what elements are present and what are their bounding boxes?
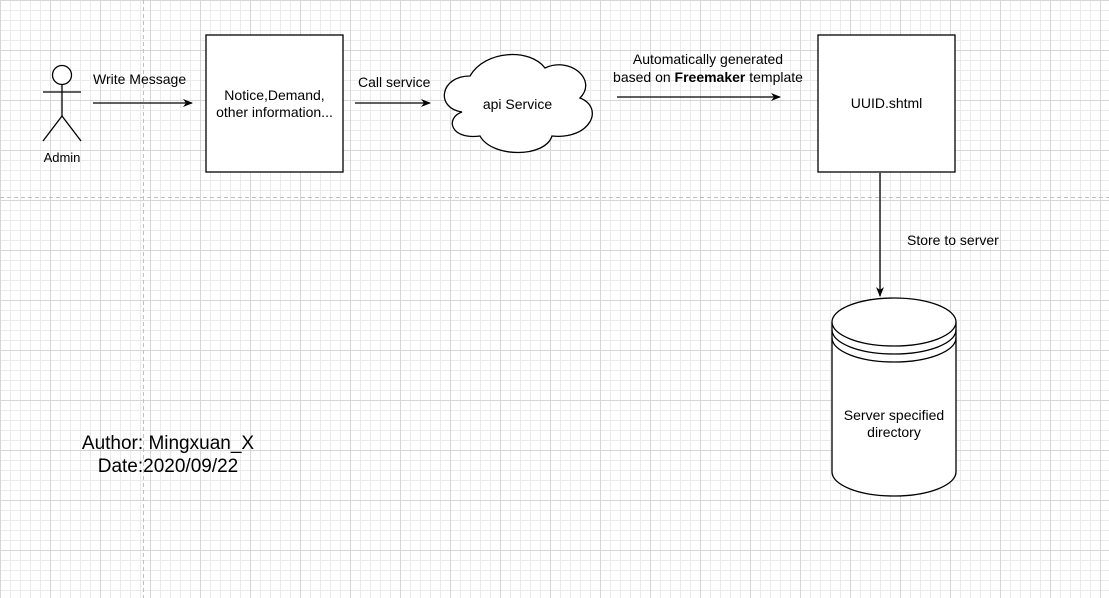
write-message-label: Write Message <box>93 71 187 87</box>
info-box-line1: Notice,Demand, <box>224 86 325 103</box>
call-service-label: Call service <box>358 74 431 90</box>
author-date: Date:2020/09/22 <box>97 456 239 477</box>
generate-suffix: template <box>745 69 803 85</box>
author-name: Author: Mingxuan_X <box>81 433 255 454</box>
info-box-line2: other information... <box>216 103 333 120</box>
diagram-canvas: Admin Write Message Notice,Demand, other… <box>0 0 1109 598</box>
store-to-server-label: Store to server <box>907 232 999 248</box>
generate-label-line2: based on Freemaker template <box>598 68 818 86</box>
generate-label: Automatically generated based on Freemak… <box>598 50 818 86</box>
server-directory-line1: Server specified <box>843 407 945 423</box>
server-directory-text: Server specified directory <box>832 402 956 446</box>
admin-actor[interactable] <box>42 64 82 142</box>
server-directory-line2: directory <box>867 424 921 440</box>
api-service-label: api Service <box>482 96 553 112</box>
generate-label-line1: Automatically generated <box>632 51 784 67</box>
uuid-box-text: UUID.shtml <box>850 95 923 111</box>
server-directory-cylinder[interactable] <box>831 297 957 497</box>
author-block: Author: Mingxuan_X Date:2020/09/22 <box>58 432 278 478</box>
admin-label: Admin <box>43 150 81 165</box>
generate-prefix: based on <box>613 69 675 85</box>
info-box-text: Notice,Demand, other information... <box>206 35 343 172</box>
freemaker-text: Freemaker <box>674 69 746 85</box>
